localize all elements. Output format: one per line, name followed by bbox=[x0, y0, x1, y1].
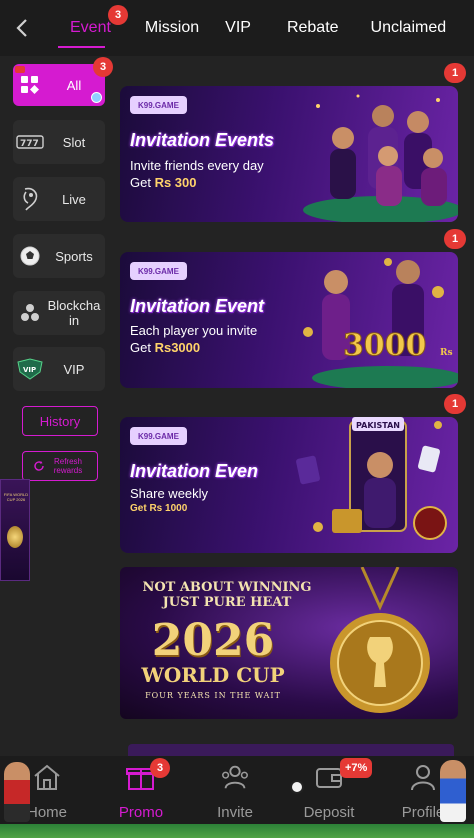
next-banner-preview bbox=[128, 744, 454, 756]
sidebar-item-blockchain[interactable]: Blockchain bbox=[13, 291, 105, 335]
banner-notification-badge: 1 bbox=[444, 63, 466, 83]
country-label-art: PAKISTAN bbox=[356, 421, 400, 430]
reward-unit-art: Rs bbox=[440, 348, 453, 358]
reward-amount-art: 3000 bbox=[343, 328, 427, 363]
history-label: History bbox=[39, 413, 81, 429]
banner-line1: Each player you invite bbox=[130, 323, 258, 338]
nav-home-label: Home bbox=[26, 804, 67, 821]
brand-chip: K99.GAME bbox=[130, 96, 187, 114]
sidebar-item-all[interactable]: All 3 bbox=[13, 57, 113, 106]
nav-promo-badge: 3 bbox=[150, 758, 170, 778]
svg-text:VIP: VIP bbox=[23, 366, 36, 374]
slot-icon: 777 bbox=[13, 134, 47, 150]
tab-vip-label: VIP bbox=[225, 19, 251, 36]
tab-unclaimed[interactable]: Unclaimed bbox=[351, 0, 459, 56]
world-cup-float-ad[interactable]: FIFA WORLD CUP 2026 bbox=[0, 479, 30, 581]
top-tab-bar: Event 3 Mission VIP Rebate Unclaimed bbox=[0, 0, 474, 56]
soccer-player-right-decoration bbox=[440, 760, 466, 822]
sidebar-item-sports[interactable]: Sports bbox=[13, 234, 105, 278]
vip-icon: VIP bbox=[13, 358, 47, 380]
nav-invite[interactable]: Invite bbox=[188, 762, 282, 826]
world-cup-tagline: FOUR YEARS IN THE WAIT bbox=[145, 691, 281, 700]
promo-banner-invitation-2[interactable]: K99.GAME Invitation Event Each player yo… bbox=[120, 252, 458, 388]
sidebar-item-slot[interactable]: 777 Slot bbox=[13, 120, 105, 164]
refresh-icon bbox=[34, 461, 44, 471]
soccer-player-left-decoration bbox=[4, 762, 30, 822]
refresh-label: Refresh rewards bbox=[53, 457, 83, 475]
tab-event-label: Event bbox=[70, 19, 111, 36]
banner-line2: Get Rs3000 bbox=[130, 340, 201, 355]
medal-icon bbox=[330, 567, 430, 713]
soccer-ball-icon bbox=[13, 245, 47, 267]
banner-line1: Share weekly bbox=[130, 486, 209, 501]
tab-event[interactable]: Event 3 bbox=[44, 0, 128, 56]
world-cup-name: WORLD CUP bbox=[141, 663, 285, 687]
history-button[interactable]: History bbox=[22, 406, 98, 436]
tab-vip[interactable]: VIP bbox=[211, 0, 263, 56]
float-ad-text: FIFA WORLD CUP 2026 bbox=[3, 492, 29, 502]
sidebar-item-label: All bbox=[66, 77, 82, 93]
tab-rebate-label: Rebate bbox=[286, 19, 339, 36]
promo-banner-invitation-3[interactable]: K99.GAME Invitation Even Share weekly Ge… bbox=[120, 417, 458, 553]
brand-chip: K99.GAME bbox=[130, 427, 187, 445]
banner-notification-badge: 1 bbox=[444, 229, 466, 249]
casino-players-illustration bbox=[303, 94, 458, 222]
grid-icon bbox=[13, 75, 47, 95]
sidebar-item-label: Live bbox=[62, 191, 86, 207]
sidebar-item-label: Slot bbox=[62, 134, 86, 150]
world-cup-year: 2026 bbox=[151, 615, 275, 666]
tab-rebate[interactable]: Rebate bbox=[263, 0, 351, 56]
live-icon bbox=[13, 186, 47, 212]
chevron-left-icon bbox=[16, 19, 27, 37]
promo-banner-invitation-1[interactable]: K99.GAME Invitation Events Invite friend… bbox=[120, 86, 458, 222]
sidebar-item-label: Sports bbox=[55, 248, 93, 264]
sidebar-item-live[interactable]: Live bbox=[13, 177, 105, 221]
promotions-screen: Event 3 Mission VIP Rebate Unclaimed All… bbox=[0, 0, 474, 838]
blockchain-icon bbox=[13, 302, 47, 324]
tab-unclaimed-label: Unclaimed bbox=[370, 19, 447, 36]
svg-text:777: 777 bbox=[20, 139, 39, 149]
brand-chip: K99.GAME bbox=[130, 262, 187, 280]
reward-3000-illustration: 3000 Rs bbox=[303, 258, 458, 388]
banner-line1: Invite friends every day bbox=[130, 158, 264, 173]
cricket-slot-illustration: PAKISTAN bbox=[296, 417, 447, 540]
nav-deposit-label: Deposit bbox=[303, 804, 355, 821]
trophy-icon bbox=[7, 526, 23, 548]
bottom-navigation: Home Promo 3 Invite Deposit +7% Profile bbox=[0, 756, 474, 838]
tab-mission-label: Mission bbox=[144, 19, 200, 36]
sidebar-item-label: VIP bbox=[63, 361, 85, 377]
globe-icon bbox=[91, 92, 102, 103]
banner-line2: Get Rs 1000 bbox=[130, 503, 188, 514]
banner-title: Invitation Even bbox=[130, 461, 259, 481]
world-cup-headline: NOT ABOUT WINNING JUST PURE HEAT bbox=[142, 580, 312, 610]
soccer-ball-decoration bbox=[290, 780, 304, 794]
banner-title: Invitation Event bbox=[130, 296, 265, 316]
refresh-rewards-button[interactable]: Refresh rewards bbox=[22, 451, 98, 481]
back-button[interactable] bbox=[0, 0, 44, 56]
nav-profile-label: Profile bbox=[401, 804, 445, 821]
banner-title: Invitation Events bbox=[130, 130, 275, 150]
nav-promo[interactable]: Promo 3 bbox=[94, 758, 188, 826]
banner-notification-badge: 1 bbox=[444, 394, 466, 414]
profile-icon bbox=[408, 762, 438, 792]
invite-users-icon bbox=[220, 762, 250, 792]
sidebar-all-badge: 3 bbox=[93, 57, 113, 77]
home-icon bbox=[32, 762, 62, 792]
nav-deposit-badge: +7% bbox=[340, 758, 373, 778]
nav-deposit[interactable]: Deposit +7% bbox=[282, 758, 376, 826]
sidebar-item-vip[interactable]: VIP VIP bbox=[13, 347, 105, 391]
nav-invite-label: Invite bbox=[217, 804, 253, 821]
banner-line2: Get Rs 300 bbox=[130, 175, 197, 190]
flag-icon bbox=[15, 66, 25, 73]
world-cup-banner[interactable]: NOT ABOUT WINNING JUST PURE HEAT 2026 WO… bbox=[120, 567, 458, 719]
sidebar-item-label: Blockchain bbox=[47, 298, 101, 328]
nav-promo-label: Promo bbox=[118, 804, 164, 821]
tab-mission[interactable]: Mission bbox=[119, 0, 211, 56]
